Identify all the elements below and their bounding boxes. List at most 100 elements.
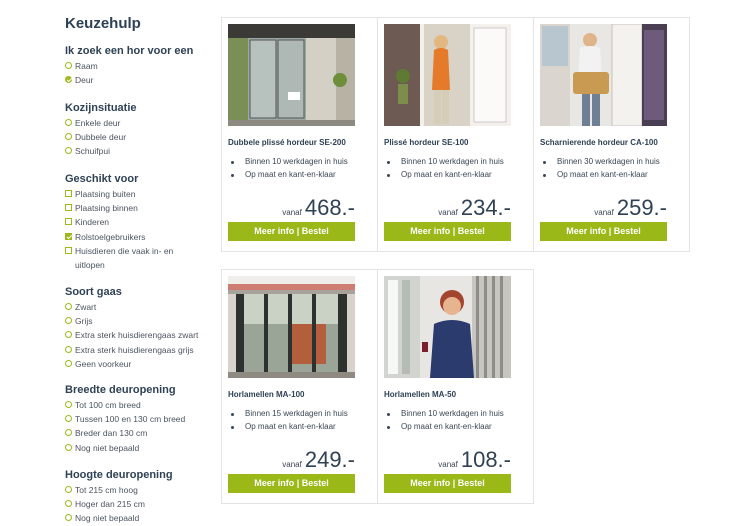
radio-icon (65, 359, 72, 367)
price-prefix: vanaf (438, 460, 458, 469)
option-extra-sterk-grijs[interactable]: Extra sterk huisdierengaas grijs (65, 343, 215, 357)
feature-item: Op maat en kant-en-klaar (228, 169, 348, 182)
option-hoger-215[interactable]: Hoger dan 215 cm (65, 497, 215, 511)
price-prefix: vanaf (282, 208, 302, 217)
product-name[interactable]: Horlamellen MA-100 (228, 390, 304, 399)
radio-icon (65, 486, 72, 493)
feature-item: Binnen 10 werkdagen in huis (384, 156, 504, 169)
section-heading: Kozijnsituatie (65, 102, 137, 114)
section-heading: Geschikt voor (65, 173, 139, 185)
product-card[interactable]: Dubbele plissé hordeur SE-200 Binnen 10 … (221, 17, 378, 252)
option-raam[interactable]: Raam (65, 59, 215, 73)
section-heading: Soort gaas (65, 286, 122, 298)
radio-icon (65, 119, 72, 126)
filter-section-breedte: Breedte deuropening Tot 100 cm breed Tus… (65, 382, 215, 455)
checkbox-icon (65, 204, 72, 212)
man-with-basket-photo (540, 24, 667, 126)
meer-info-bestel-button[interactable]: Meer info | Bestel (228, 474, 355, 493)
radio-icon (65, 331, 72, 339)
meer-info-bestel-button[interactable]: Meer info | Bestel (384, 474, 511, 493)
feature-list: Binnen 10 werkdagen in huis Op maat en k… (384, 156, 504, 181)
filter-section-hoogte: Hoogte deuropening Tot 215 cm hoog Hoger… (65, 467, 215, 526)
filter-section-geschikt: Geschikt voor Plaatsing buiten Plaatsing… (65, 171, 215, 272)
option-tot-215[interactable]: Tot 215 cm hoog (65, 483, 215, 497)
option-hoogte-nog-niet[interactable]: Nog niet bepaald (65, 511, 215, 525)
product-image[interactable] (384, 24, 511, 126)
radio-icon (65, 514, 72, 522)
radio-icon (65, 303, 72, 310)
option-zwart[interactable]: Zwart (65, 300, 215, 314)
option-grijs[interactable]: Grijs (65, 314, 215, 328)
feature-list: Binnen 30 werkdagen in huis Op maat en k… (540, 156, 660, 181)
product-image[interactable] (228, 24, 355, 126)
feature-item: Binnen 10 werkdagen in huis (384, 408, 504, 421)
option-geen-voorkeur[interactable]: Geen voorkeur (65, 357, 215, 371)
product-name[interactable]: Dubbele plissé hordeur SE-200 (228, 138, 346, 147)
feature-item: Binnen 10 werkdagen in huis (228, 156, 348, 169)
product-image[interactable] (540, 24, 667, 126)
price-value: 259.- (616, 195, 667, 220)
option-schuifpui[interactable]: Schuifpui (65, 144, 215, 158)
price: vanaf 108.- (438, 447, 511, 473)
double-door-patio-photo (228, 24, 355, 126)
radio-icon (65, 401, 72, 408)
product-card[interactable]: Scharnierende hordeur CA-100 Binnen 30 w… (533, 17, 690, 252)
option-enkele-deur[interactable]: Enkele deur (65, 116, 215, 130)
product-name[interactable]: Plissé hordeur SE-100 (384, 138, 468, 147)
meer-info-bestel-button[interactable]: Meer info | Bestel (228, 222, 355, 241)
feature-list: Binnen 10 werkdagen in huis Op maat en k… (228, 156, 348, 181)
price-value: 249.- (304, 447, 355, 472)
checkbox-checked-icon (65, 232, 72, 240)
radio-icon (65, 317, 72, 325)
option-deur[interactable]: Deur (65, 73, 215, 87)
price-value: 108.- (460, 447, 511, 472)
radio-icon (65, 345, 72, 353)
option-rolstoelgebruikers[interactable]: Rolstoelgebruikers (65, 230, 215, 244)
feature-item: Op maat en kant-en-klaar (228, 421, 348, 434)
option-tot-100[interactable]: Tot 100 cm breed (65, 398, 215, 412)
product-card[interactable]: Plissé hordeur SE-100 Binnen 10 werkdage… (377, 17, 534, 252)
product-name[interactable]: Horlamellen MA-50 (384, 390, 456, 399)
product-card[interactable]: Horlamellen MA-50 Binnen 10 werkdagen in… (377, 269, 534, 504)
feature-item: Op maat en kant-en-klaar (384, 421, 504, 434)
woman-at-door-photo (384, 24, 511, 126)
strip-curtain-door-photo (228, 276, 355, 378)
meer-info-bestel-button[interactable]: Meer info | Bestel (384, 222, 511, 241)
option-extra-sterk-zwart[interactable]: Extra sterk huisdierengaas zwart (65, 328, 215, 342)
radio-checked-icon (65, 76, 72, 84)
checkbox-icon (65, 246, 72, 254)
filter-section-type: Ik zoek een hor voor een Raam Deur (65, 43, 215, 87)
woman-with-wine-photo (384, 276, 511, 378)
price-prefix: vanaf (282, 460, 302, 469)
price: vanaf 468.- (282, 195, 355, 221)
checkbox-icon (65, 190, 72, 197)
option-kinderen[interactable]: Kinderen (65, 215, 215, 229)
option-plaatsing-binnen[interactable]: Plaatsing binnen (65, 201, 215, 215)
meer-info-bestel-button[interactable]: Meer info | Bestel (540, 222, 667, 241)
option-dubbele-deur[interactable]: Dubbele deur (65, 130, 215, 144)
sidebar-title: Keuzehulp (65, 15, 141, 32)
feature-list: Binnen 15 werkdagen in huis Op maat en k… (228, 408, 348, 433)
price-value: 468.- (304, 195, 355, 220)
filter-section-kozijn: Kozijnsituatie Enkele deur Dubbele deur … (65, 100, 215, 159)
radio-icon (65, 62, 72, 69)
feature-item: Binnen 15 werkdagen in huis (228, 408, 348, 421)
option-huisdieren[interactable]: Huisdieren die vaak in- en uitlopen (65, 244, 205, 272)
price: vanaf 234.- (438, 195, 511, 221)
feature-item: Op maat en kant-en-klaar (384, 169, 504, 182)
product-image[interactable] (384, 276, 511, 378)
feature-item: Op maat en kant-en-klaar (540, 169, 660, 182)
product-name[interactable]: Scharnierende hordeur CA-100 (540, 138, 658, 147)
radio-icon (65, 500, 72, 508)
product-image[interactable] (228, 276, 355, 378)
section-heading: Ik zoek een hor voor een (65, 45, 194, 57)
option-breder-130[interactable]: Breder dan 130 cm (65, 426, 215, 440)
price-prefix: vanaf (438, 208, 458, 217)
section-heading: Breedte deuropening (65, 384, 176, 396)
option-tussen-100-130[interactable]: Tussen 100 en 130 cm breed (65, 412, 215, 426)
radio-icon (65, 443, 72, 451)
checkbox-icon (65, 218, 72, 226)
product-card[interactable]: Horlamellen MA-100 Binnen 15 werkdagen i… (221, 269, 378, 504)
option-breedte-nog-niet[interactable]: Nog niet bepaald (65, 441, 215, 455)
option-plaatsing-buiten[interactable]: Plaatsing buiten (65, 187, 215, 201)
